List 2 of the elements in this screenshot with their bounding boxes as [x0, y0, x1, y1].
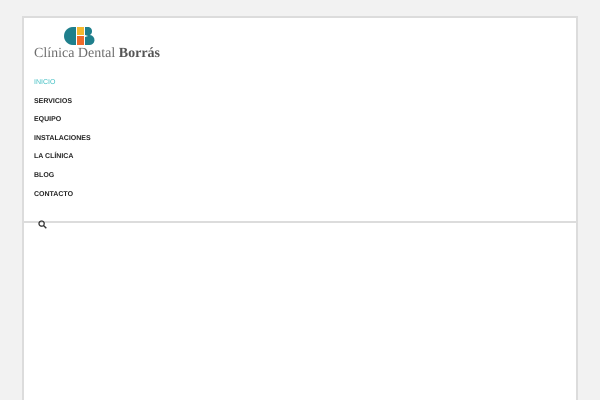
- search-icon[interactable]: [38, 220, 47, 230]
- logo-text: Clínica Dental Borrás: [34, 46, 160, 62]
